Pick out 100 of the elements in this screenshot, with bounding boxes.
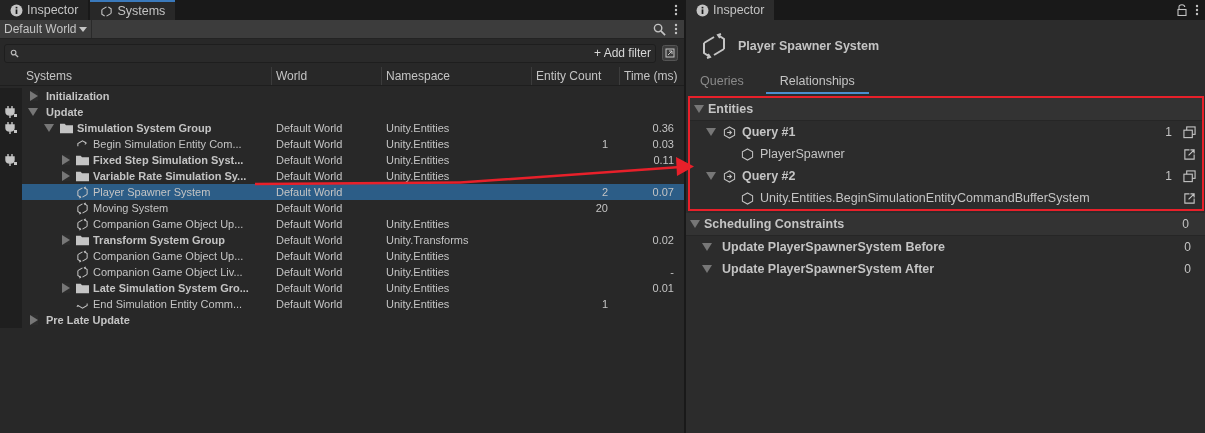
relationship-label[interactable]: Unity.Entities.BeginSimulationEntityCommandBufferSystem bbox=[760, 191, 1090, 205]
plug-icon bbox=[5, 106, 17, 118]
expand-arrow-icon[interactable] bbox=[706, 172, 716, 180]
system-name[interactable]: Companion Game Object Liv... bbox=[93, 266, 243, 278]
time-cell: 0.03 bbox=[652, 138, 674, 150]
expand-arrow-icon[interactable] bbox=[702, 243, 712, 251]
folder-icon bbox=[76, 169, 89, 183]
count-label: 1 bbox=[1165, 169, 1172, 183]
hexagon-icon bbox=[741, 147, 754, 161]
cycle-icon bbox=[76, 265, 89, 279]
system-name[interactable]: Companion Game Object Up... bbox=[93, 218, 244, 230]
system-name[interactable]: Begin Simulation Entity Com... bbox=[93, 138, 242, 150]
expand-arrow-icon[interactable] bbox=[28, 108, 38, 116]
section-title[interactable]: Scheduling Constraints bbox=[704, 217, 845, 231]
world-cell: Default World bbox=[276, 202, 343, 214]
system-name[interactable]: Companion Game Object Up... bbox=[93, 250, 244, 262]
system-name[interactable]: Player Spawner System bbox=[93, 186, 211, 198]
folder-icon bbox=[76, 233, 89, 247]
panel-tab[interactable]: Inspector bbox=[0, 0, 89, 20]
cycle-icon bbox=[76, 185, 89, 199]
system-name[interactable]: Pre Late Update bbox=[46, 314, 130, 326]
hexagon-arrow-icon bbox=[723, 125, 736, 139]
system-name[interactable]: Initialization bbox=[46, 90, 110, 102]
world-cell: Default World bbox=[276, 250, 343, 262]
relationship-label[interactable]: Query #1 bbox=[742, 125, 796, 139]
time-cell: 0.02 bbox=[652, 234, 674, 246]
count-label: 0 bbox=[1182, 217, 1189, 231]
cycle-icon bbox=[76, 217, 89, 231]
relationship-label[interactable]: Update PlayerSpawnerSystem After bbox=[722, 262, 935, 276]
system-title: Player Spawner System bbox=[738, 39, 880, 53]
column-header[interactable]: Systems bbox=[22, 67, 272, 85]
namespace-cell: Unity.Transforms bbox=[386, 234, 469, 246]
more-menu-icon[interactable] bbox=[1195, 4, 1199, 16]
world-cell: Default World bbox=[276, 218, 343, 230]
window-icon[interactable] bbox=[662, 45, 678, 61]
expand-arrow-icon[interactable] bbox=[702, 265, 712, 273]
namespace-cell: Unity.Entities bbox=[386, 154, 450, 166]
system-name[interactable]: Variable Rate Simulation Sy... bbox=[93, 170, 247, 182]
expand-arrow-icon[interactable] bbox=[690, 220, 700, 228]
time-cell: 0.01 bbox=[652, 282, 674, 294]
time-cell: 0.07 bbox=[652, 186, 674, 198]
namespace-cell: Unity.Entities bbox=[386, 170, 450, 182]
system-name[interactable]: End Simulation Entity Comm... bbox=[93, 298, 243, 310]
view-tab[interactable]: Queries bbox=[700, 72, 766, 92]
namespace-cell: Unity.Entities bbox=[386, 282, 450, 294]
entity-count-cell: 1 bbox=[601, 138, 608, 150]
system-name[interactable]: Moving System bbox=[93, 202, 169, 214]
info-icon bbox=[696, 3, 709, 17]
count-label: 0 bbox=[1184, 262, 1191, 276]
entity-count-cell: 1 bbox=[601, 298, 608, 310]
lock-icon[interactable] bbox=[1177, 4, 1187, 16]
search-field[interactable]: + Add filter bbox=[4, 43, 656, 63]
column-header[interactable]: Namespace bbox=[382, 67, 532, 85]
relationship-label[interactable]: PlayerSpawner bbox=[760, 147, 845, 161]
column-header[interactable]: Entity Count bbox=[532, 67, 620, 85]
world-dropdown[interactable]: Default World bbox=[0, 20, 93, 38]
system-name[interactable]: Fixed Step Simulation Syst... bbox=[93, 154, 244, 166]
expand-arrow-icon[interactable] bbox=[694, 105, 704, 113]
hexagon-arrow-icon bbox=[723, 169, 736, 183]
panel-tab[interactable]: Systems bbox=[90, 0, 176, 20]
expand-arrow-icon[interactable] bbox=[706, 128, 716, 136]
entity-count-cell: 20 bbox=[595, 202, 608, 214]
panel-tab[interactable]: Inspector bbox=[686, 0, 775, 20]
folder-icon bbox=[60, 121, 73, 135]
add-filter-button[interactable]: + Add filter bbox=[589, 46, 655, 60]
time-cell: 0.11 bbox=[653, 154, 674, 166]
namespace-cell: Unity.Entities bbox=[386, 138, 450, 150]
relationship-label[interactable]: Query #2 bbox=[742, 169, 796, 183]
hexagon-icon bbox=[741, 191, 754, 205]
more-menu-icon[interactable] bbox=[674, 23, 678, 35]
system-name[interactable]: Transform System Group bbox=[93, 234, 226, 246]
folder-icon bbox=[76, 153, 89, 167]
world-cell: Default World bbox=[276, 266, 343, 278]
external-link-icon[interactable] bbox=[1183, 191, 1196, 205]
system-name[interactable]: Late Simulation System Gro... bbox=[93, 282, 249, 294]
system-name[interactable]: Update bbox=[46, 106, 84, 118]
windows-icon[interactable] bbox=[1183, 125, 1196, 139]
world-cell: Default World bbox=[276, 122, 343, 134]
cycle-icon bbox=[700, 32, 728, 60]
more-menu-icon[interactable] bbox=[674, 4, 678, 16]
cycle-icon bbox=[76, 201, 89, 215]
external-link-icon[interactable] bbox=[1183, 147, 1196, 161]
windows-icon[interactable] bbox=[1183, 169, 1196, 183]
view-tab[interactable]: Relationships bbox=[765, 72, 869, 94]
section-title[interactable]: Entities bbox=[708, 102, 754, 116]
system-name[interactable]: Simulation System Group bbox=[77, 122, 212, 134]
column-header[interactable]: Time (ms) bbox=[620, 67, 682, 85]
namespace-cell: Unity.Entities bbox=[386, 218, 450, 230]
namespace-cell: Unity.Entities bbox=[386, 266, 450, 278]
relationship-label[interactable]: Update PlayerSpawnerSystem Before bbox=[722, 240, 945, 254]
column-header[interactable]: World bbox=[272, 67, 382, 85]
plug-icon bbox=[5, 154, 17, 166]
selected-row[interactable]: Player Spawner System Default World 2 0.07 bbox=[22, 184, 684, 200]
count-label: 0 bbox=[1184, 240, 1191, 254]
time-cell: - bbox=[670, 266, 674, 278]
search-icon[interactable] bbox=[653, 22, 666, 36]
entity-count-cell: 2 bbox=[601, 186, 608, 198]
namespace-cell: Unity.Entities bbox=[386, 250, 450, 262]
cycle-icon bbox=[100, 4, 114, 18]
cycle-icon bbox=[76, 249, 89, 263]
